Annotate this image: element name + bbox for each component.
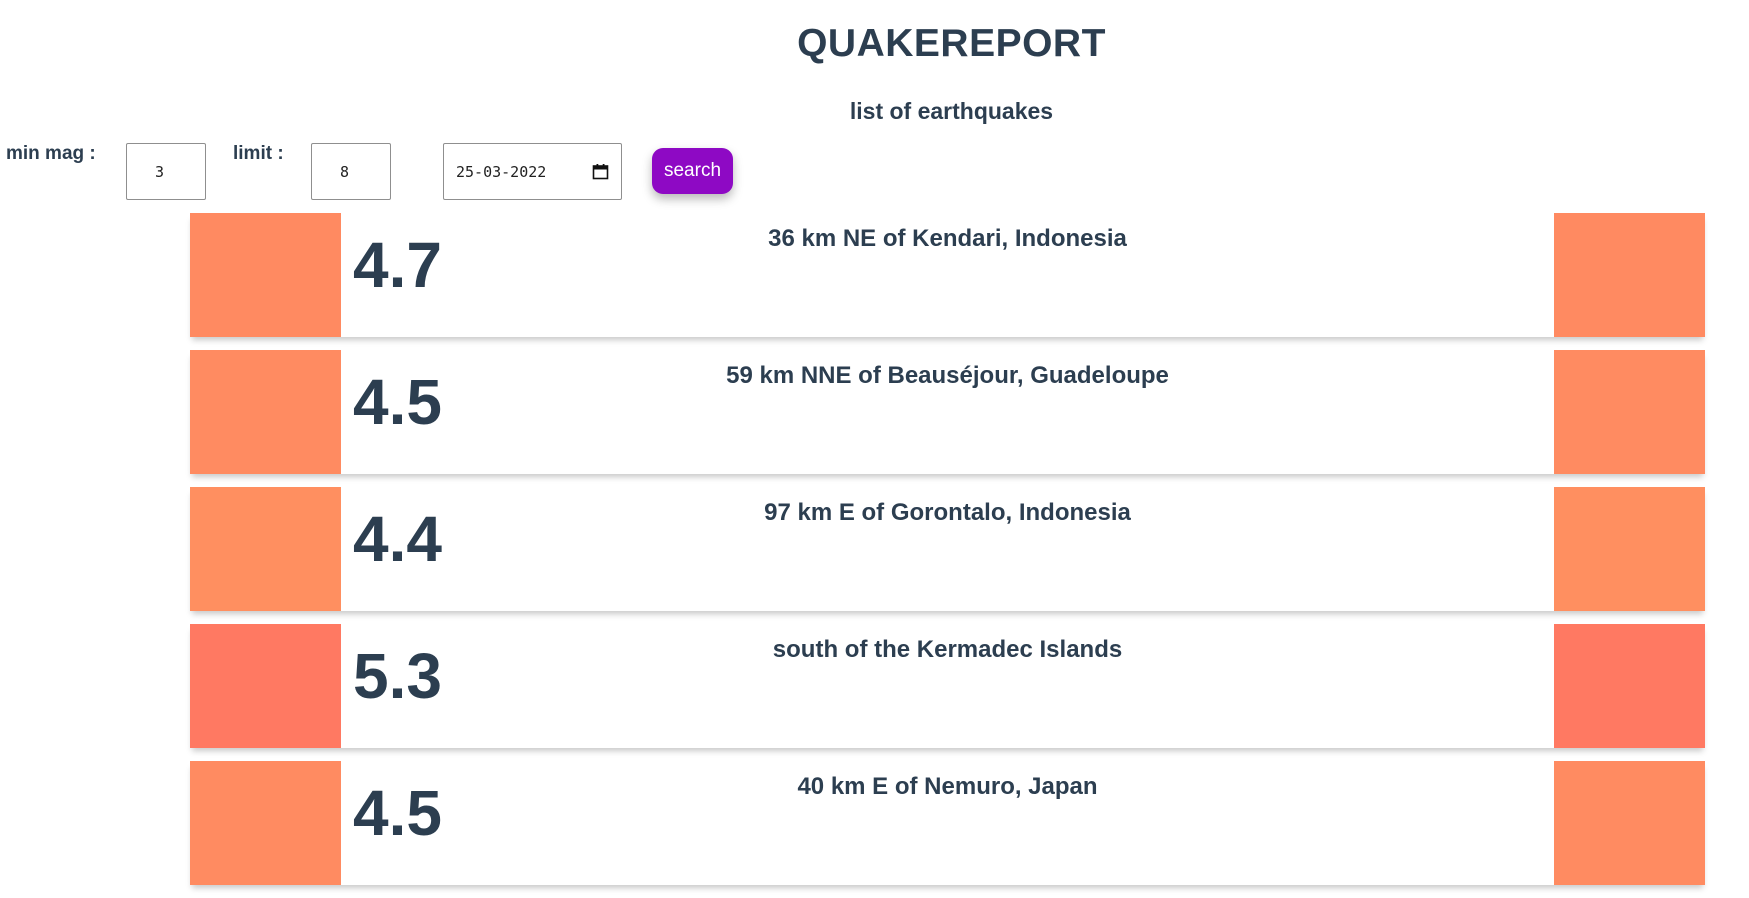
- magnitude-color-block: [190, 487, 341, 611]
- magnitude-color-block: [190, 350, 341, 474]
- magnitude-color-block: [190, 213, 341, 337]
- list-item[interactable]: 5.3 south of the Kermadec Islands: [190, 624, 1705, 748]
- list-item[interactable]: 4.5 59 km NNE of Beauséjour, Guadeloupe: [190, 350, 1705, 474]
- date-value: 25-03-2022: [456, 162, 547, 181]
- list-item[interactable]: 4.7 36 km NE of Kendari, Indonesia: [190, 213, 1705, 337]
- magnitude-color-block-right: [1554, 350, 1705, 474]
- magnitude-color-block: [190, 761, 341, 885]
- limit-input[interactable]: [311, 143, 391, 200]
- limit-label: limit :: [233, 143, 284, 164]
- search-button[interactable]: search: [652, 148, 733, 194]
- magnitude-color-block-right: [1554, 213, 1705, 337]
- magnitude-color-block-right: [1554, 761, 1705, 885]
- date-input[interactable]: 25-03-2022: [443, 143, 622, 200]
- calendar-icon[interactable]: [592, 163, 609, 180]
- min-mag-label: min mag :: [6, 143, 96, 164]
- page-title: QUAKEREPORT: [797, 22, 1106, 65]
- magnitude-color-block: [190, 624, 341, 748]
- magnitude-color-block-right: [1554, 487, 1705, 611]
- location-text: 36 km NE of Kendari, Indonesia: [768, 225, 1127, 252]
- location-text: 97 km E of Gorontalo, Indonesia: [764, 499, 1131, 526]
- earthquake-list: 4.7 36 km NE of Kendari, Indonesia 4.5 5…: [190, 213, 1705, 898]
- location-text: south of the Kermadec Islands: [772, 636, 1123, 663]
- magnitude-color-block-right: [1554, 624, 1705, 748]
- min-mag-input[interactable]: [126, 143, 206, 200]
- list-item[interactable]: 4.5 40 km E of Nemuro, Japan: [190, 761, 1705, 885]
- location-text: 40 km E of Nemuro, Japan: [797, 773, 1098, 800]
- location-text: 59 km NNE of Beauséjour, Guadeloupe: [726, 362, 1169, 389]
- page-subtitle: list of earthquakes: [849, 98, 1054, 124]
- list-item[interactable]: 4.4 97 km E of Gorontalo, Indonesia: [190, 487, 1705, 611]
